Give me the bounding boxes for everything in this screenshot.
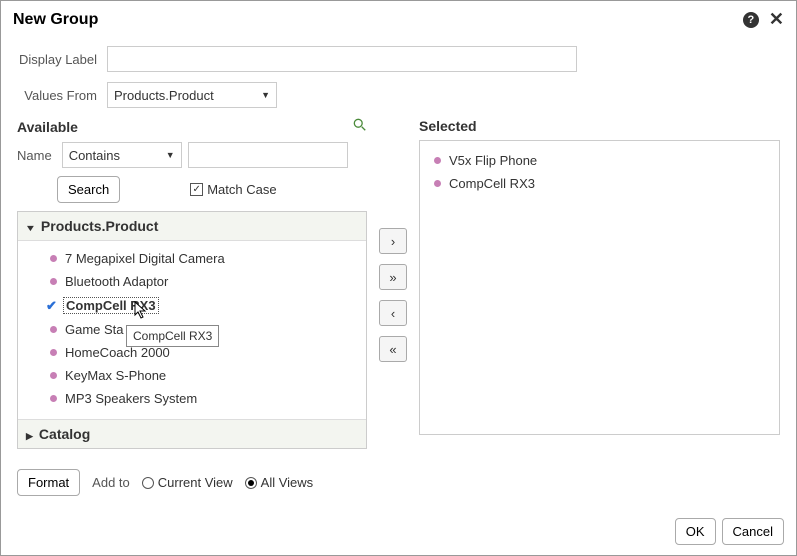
- current-view-radio[interactable]: Current View: [142, 475, 233, 490]
- header-actions: ? ✕: [743, 9, 784, 30]
- selected-item-label: CompCell RX3: [449, 176, 535, 191]
- tree-item-label: MP3 Speakers System: [65, 391, 197, 406]
- selected-title: Selected: [419, 118, 780, 134]
- display-label-input[interactable]: [107, 46, 577, 72]
- dialog-title: New Group: [13, 11, 743, 29]
- selected-item-label: V5x Flip Phone: [449, 153, 537, 168]
- tree-item-label: 7 Megapixel Digital Camera: [65, 251, 225, 266]
- match-case-checkbox[interactable]: ✓ Match Case: [190, 182, 276, 197]
- available-title: Available: [17, 119, 78, 135]
- search-button[interactable]: Search: [57, 176, 120, 203]
- double-chevron-left-icon: «: [389, 342, 396, 357]
- chevron-left-icon: ‹: [391, 306, 395, 321]
- values-from-value: Products.Product: [114, 88, 214, 103]
- chevron-down-icon: ▼: [261, 90, 270, 100]
- chevron-right-icon: ›: [391, 234, 395, 249]
- bullet-icon: [50, 255, 57, 262]
- bullet-icon: [50, 349, 57, 356]
- current-view-label: Current View: [158, 475, 233, 490]
- match-case-label: Match Case: [207, 182, 276, 197]
- tree-item-label: HomeCoach 2000: [65, 345, 170, 360]
- bullet-icon: [50, 372, 57, 379]
- bullet-icon: [434, 180, 441, 187]
- bullet-icon: [50, 395, 57, 402]
- selected-list[interactable]: V5x Flip Phone CompCell RX3: [419, 140, 780, 435]
- add-all-button[interactable]: »: [379, 264, 407, 290]
- bullet-icon: [50, 278, 57, 285]
- tree-body[interactable]: 7 Megapixel Digital Camera Bluetooth Ada…: [18, 241, 366, 419]
- tree-group-label: Products.Product: [41, 218, 158, 234]
- dialog-body: Display Label Values From Products.Produ…: [1, 38, 796, 512]
- bullet-icon: [50, 326, 57, 333]
- remove-all-button[interactable]: «: [379, 336, 407, 362]
- display-label-row: Display Label: [17, 46, 780, 72]
- values-from-row: Values From Products.Product ▼: [17, 82, 780, 108]
- format-button[interactable]: Format: [17, 469, 80, 496]
- bullet-icon: [434, 157, 441, 164]
- new-group-dialog: New Group ? ✕ Display Label Values From …: [0, 0, 797, 556]
- selected-item[interactable]: CompCell RX3: [430, 172, 769, 195]
- tree-item-label: KeyMax S-Phone: [65, 368, 166, 383]
- all-views-label: All Views: [261, 475, 314, 490]
- check-icon: ✔: [46, 298, 55, 314]
- tree-item-label: Bluetooth Adaptor: [65, 274, 168, 289]
- transfer-column: › » ‹ «: [375, 118, 411, 449]
- display-label-label: Display Label: [17, 52, 107, 67]
- filter-operator-select[interactable]: Contains ▼: [62, 142, 182, 168]
- tree-group-header[interactable]: Products.Product: [18, 212, 366, 241]
- tree-catalog-footer[interactable]: Catalog: [18, 419, 366, 448]
- filter-name-label: Name: [17, 148, 56, 163]
- selected-item[interactable]: V5x Flip Phone: [430, 149, 769, 172]
- tree-item-label: CompCell RX3: [63, 297, 159, 314]
- available-header: Available: [17, 118, 367, 136]
- radio-icon: [142, 477, 154, 489]
- columns: Available Name Contains ▼ Search: [17, 118, 780, 449]
- chevron-down-icon: ▼: [166, 150, 175, 160]
- tree-item[interactable]: ✔ CompCell RX3: [18, 293, 366, 318]
- available-tree: Products.Product 7 Megapixel Digital Cam…: [17, 211, 367, 449]
- tree-item[interactable]: KeyMax S-Phone: [18, 364, 366, 387]
- dialog-footer: OK Cancel: [675, 518, 784, 545]
- add-to-label: Add to: [92, 475, 130, 490]
- tree-item[interactable]: MP3 Speakers System: [18, 387, 366, 410]
- bottom-row: Format Add to Current View All Views: [17, 469, 780, 496]
- add-button[interactable]: ›: [379, 228, 407, 254]
- filter-operator-value: Contains: [69, 148, 120, 163]
- filter-value-input[interactable]: [188, 142, 348, 168]
- filter-row: Name Contains ▼: [17, 142, 367, 168]
- filter-action-row: Search ✓ Match Case: [17, 176, 367, 203]
- close-icon[interactable]: ✕: [769, 9, 784, 30]
- remove-button[interactable]: ‹: [379, 300, 407, 326]
- ok-button[interactable]: OK: [675, 518, 716, 545]
- radio-icon: [245, 477, 257, 489]
- help-icon[interactable]: ?: [743, 12, 759, 28]
- dialog-header: New Group ? ✕: [1, 1, 796, 38]
- available-column: Available Name Contains ▼ Search: [17, 118, 367, 449]
- tooltip: CompCell RX3: [126, 325, 219, 347]
- cancel-button[interactable]: Cancel: [722, 518, 784, 545]
- tree-item[interactable]: Bluetooth Adaptor: [18, 270, 366, 293]
- selected-column: Selected V5x Flip Phone CompCell RX3: [419, 118, 780, 449]
- all-views-radio[interactable]: All Views: [245, 475, 314, 490]
- double-chevron-right-icon: »: [389, 270, 396, 285]
- tree-item-label: Game Sta: [65, 322, 124, 337]
- checkbox-icon: ✓: [190, 183, 203, 196]
- values-from-label: Values From: [17, 88, 107, 103]
- search-icon[interactable]: [353, 118, 367, 136]
- tree-item[interactable]: 7 Megapixel Digital Camera: [18, 247, 366, 270]
- values-from-select[interactable]: Products.Product ▼: [107, 82, 277, 108]
- collapse-icon: [26, 218, 35, 234]
- expand-icon: [26, 426, 33, 442]
- catalog-label: Catalog: [39, 426, 90, 442]
